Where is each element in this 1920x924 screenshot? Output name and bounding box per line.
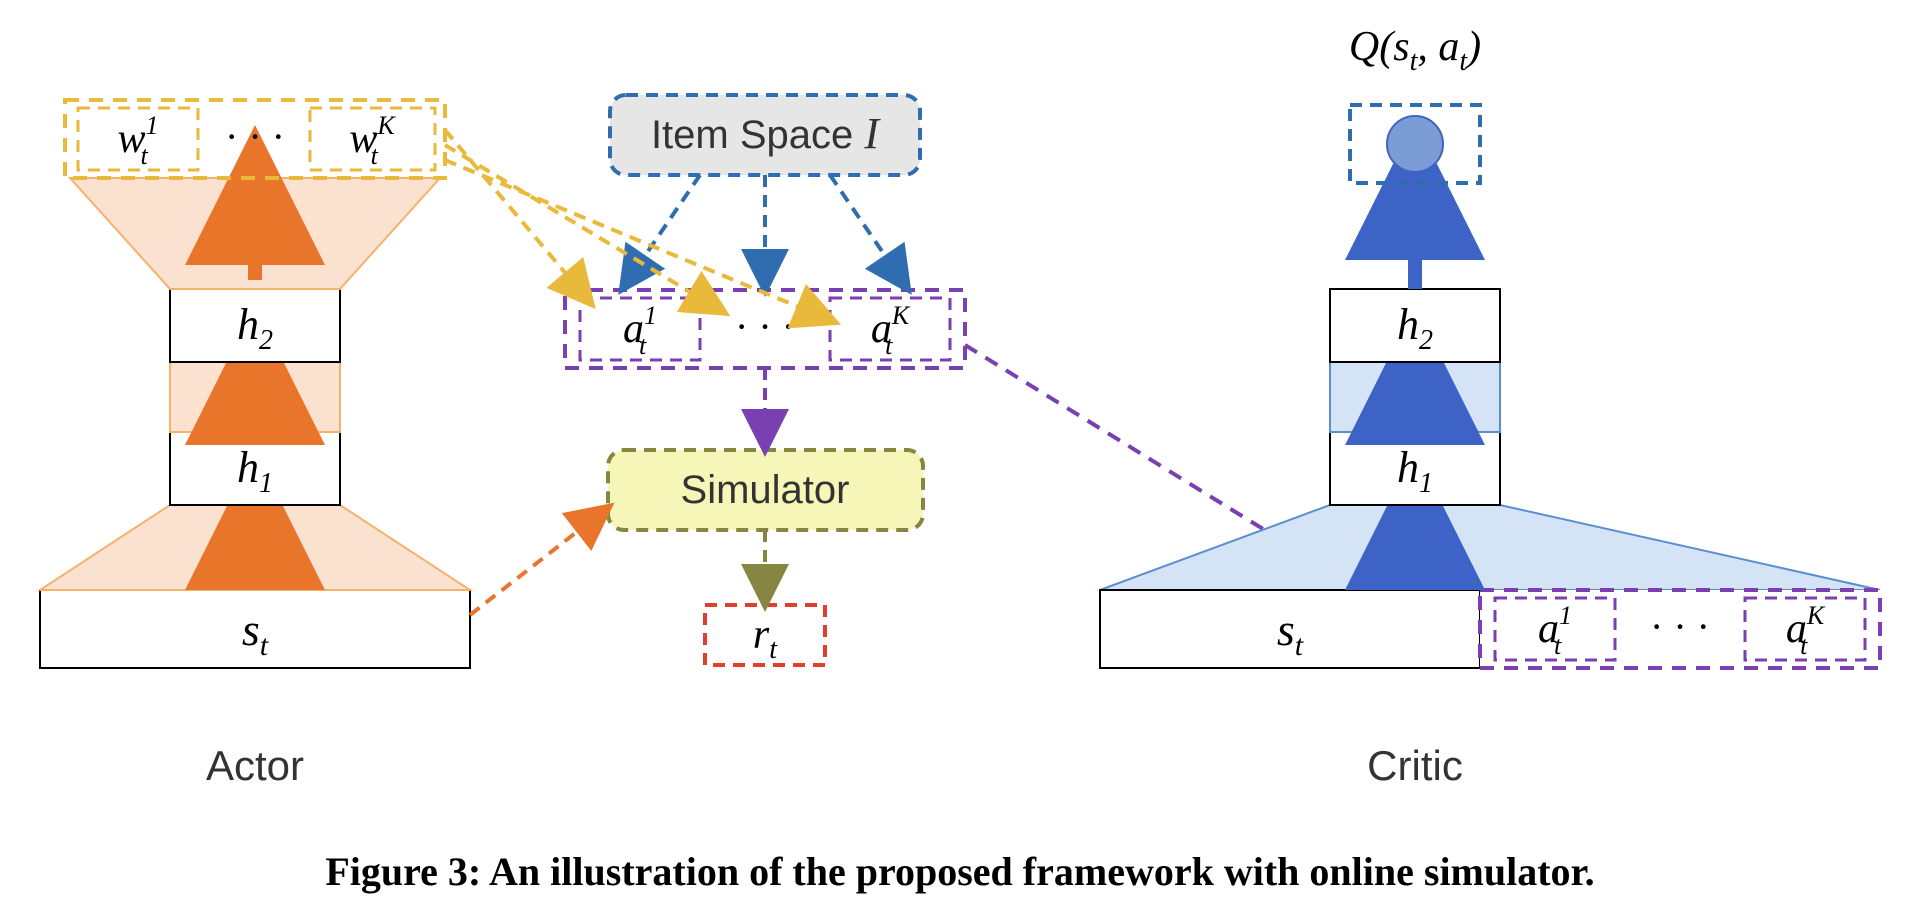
diagram-svg: st h1 h2 w1t · · · wKt Actor Item Space …	[0, 0, 1920, 924]
action-aK-label: aKt	[871, 301, 911, 360]
w-to-aK	[445, 160, 830, 320]
actor-column: st h1 h2 w1t · · · wKt Actor	[40, 100, 470, 789]
simulator-label: Simulator	[681, 468, 850, 512]
state-to-simulator	[470, 510, 605, 615]
critic-trapezoid-lower	[1100, 505, 1880, 590]
critic-q-node-icon	[1387, 116, 1443, 172]
actor-label: Actor	[206, 742, 304, 789]
actor-w1-label: w1t	[117, 111, 158, 170]
reward-label: rt	[753, 612, 778, 665]
figure-caption: Figure 3: An illustration of the propose…	[325, 849, 1594, 894]
w-to-a1	[445, 130, 588, 300]
critic-q-label: Q(st, at)	[1349, 24, 1481, 77]
figure-root: st h1 h2 w1t · · · wKt Actor Item Space …	[0, 0, 1920, 924]
actor-wK-label: wKt	[349, 111, 396, 170]
critic-actions-dots: · · ·	[1650, 604, 1710, 649]
item-space-label: Item Space I	[651, 109, 881, 158]
actor-dots: · · ·	[225, 114, 285, 159]
actions-dots: · · ·	[735, 304, 795, 349]
critic-label: Critic	[1367, 742, 1463, 789]
action-a1-label: a1t	[623, 301, 657, 360]
itemspace-to-a1	[625, 175, 700, 285]
itemspace-to-aK	[830, 175, 905, 285]
critic-column: st a1t · · · aKt h1 h2 Q(st, at) Critic	[1100, 24, 1880, 789]
